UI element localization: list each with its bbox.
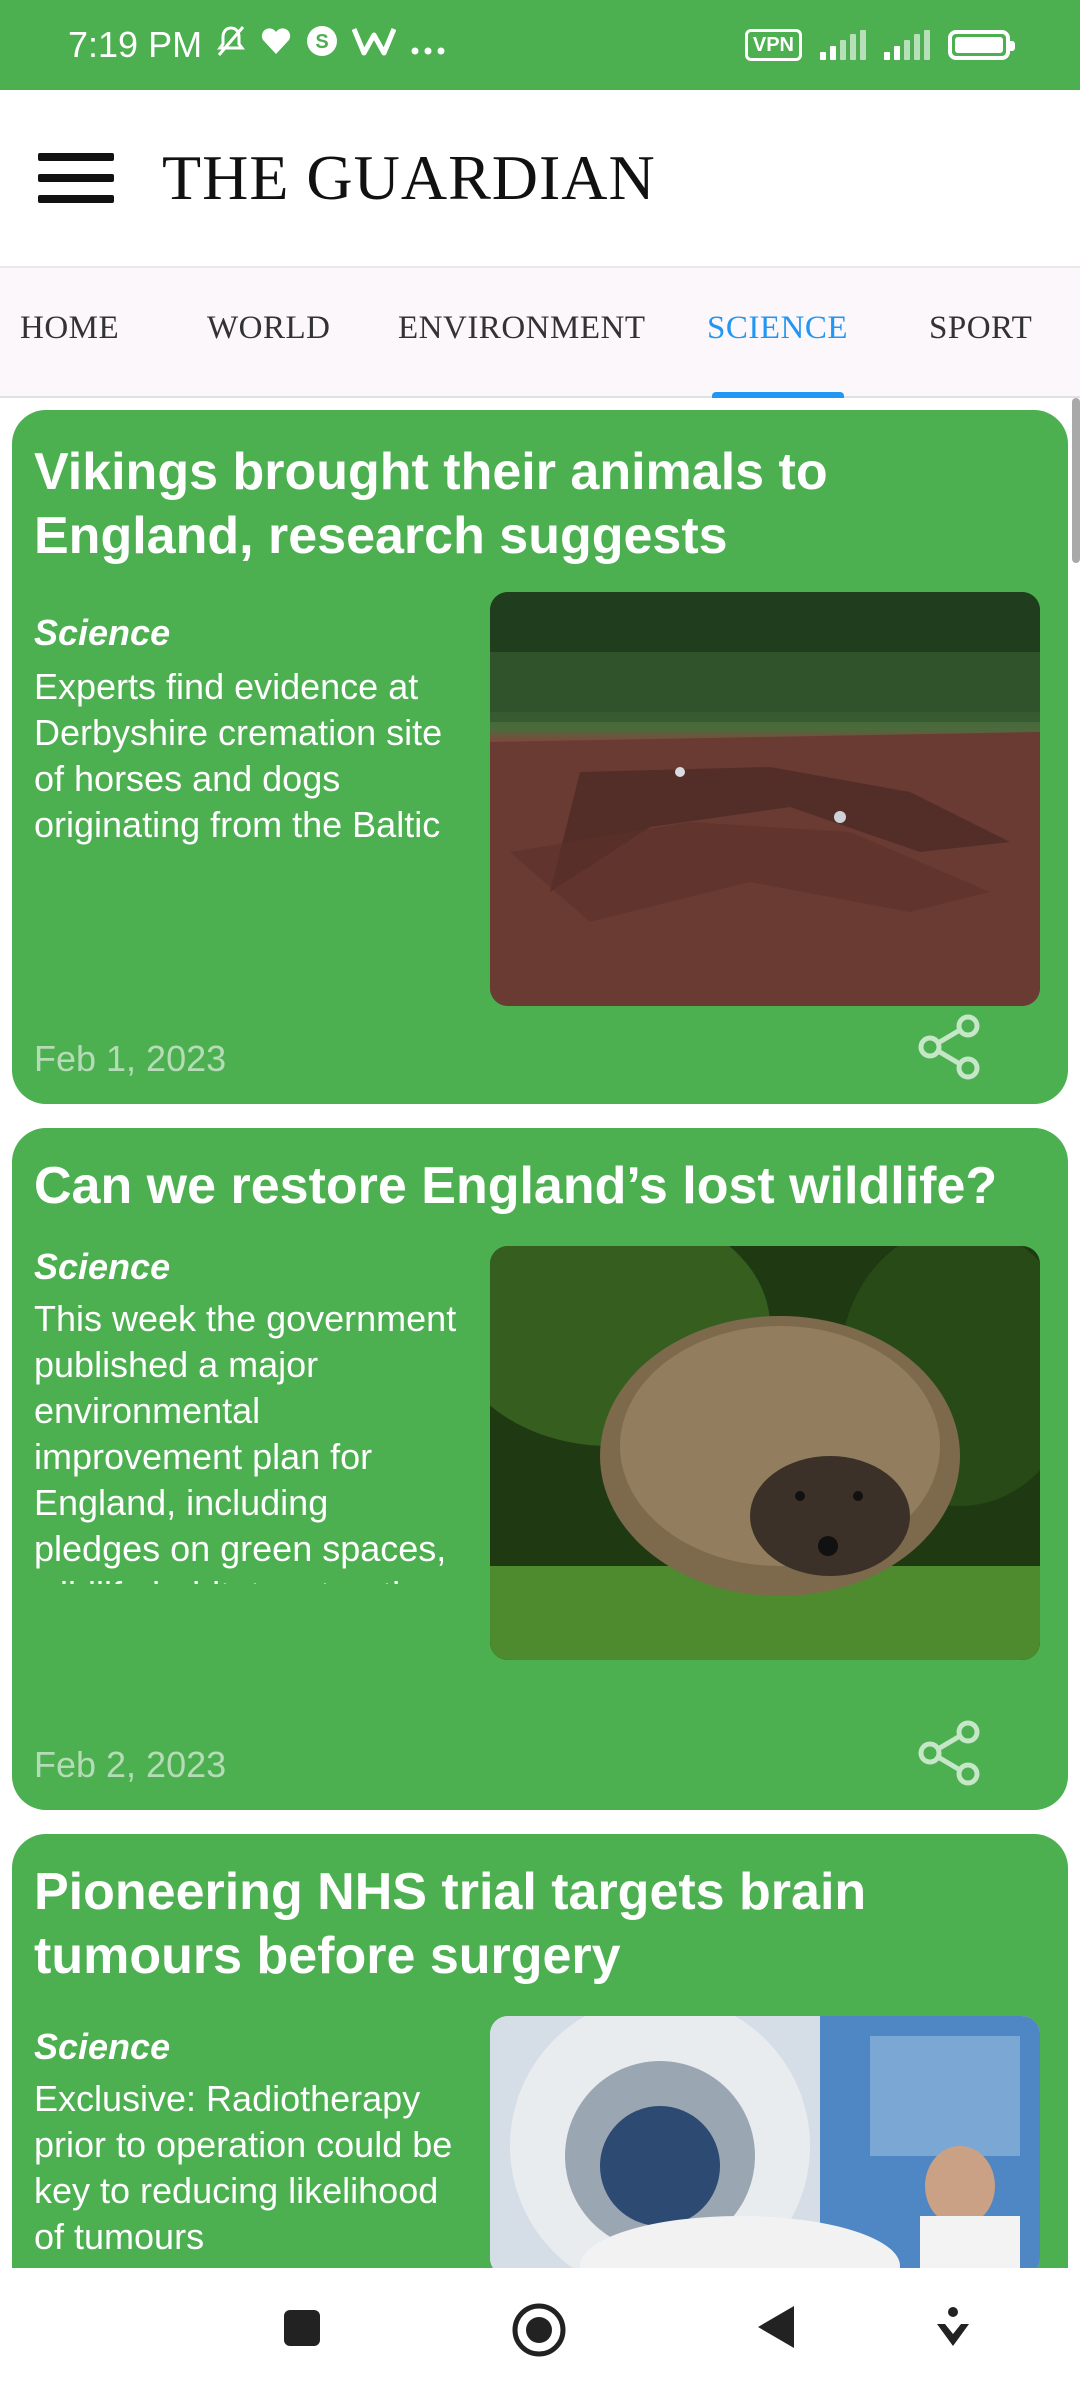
- app-title: THE GUARDIAN: [162, 142, 656, 213]
- more-dots-icon: [410, 27, 446, 64]
- hamburger-menu-icon[interactable]: [38, 153, 114, 203]
- article-section: Science: [34, 612, 171, 653]
- tab-science[interactable]: SCIENCE: [707, 310, 848, 347]
- w-app-icon: [351, 25, 397, 65]
- scrollbar[interactable]: [1072, 398, 1080, 563]
- article-title[interactable]: Vikings brought their animals to England…: [34, 440, 1038, 568]
- article-title[interactable]: Can we restore England’s lost wildlife?: [34, 1154, 1038, 1218]
- article-section: Science: [34, 1246, 171, 1287]
- app-bar: THE GUARDIAN: [0, 90, 1080, 266]
- back-triangle-icon[interactable]: [756, 2304, 796, 2355]
- tab-environment[interactable]: ENVIRONMENT: [398, 310, 645, 347]
- article-date: Feb 1, 2023: [34, 1038, 227, 1079]
- svg-text:S: S: [315, 31, 328, 53]
- home-circle-icon[interactable]: [511, 2302, 567, 2363]
- signal-icon: [884, 30, 930, 60]
- tab-home[interactable]: HOME: [20, 310, 119, 347]
- status-left: 7:19 PM S: [68, 24, 446, 66]
- tab-sport[interactable]: SPORT: [929, 310, 1032, 347]
- article-description: Experts find evidence at Derbyshire crem…: [34, 666, 443, 854]
- recents-square-icon[interactable]: [282, 2308, 322, 2353]
- section-tabs: HOME WORLD ENVIRONMENT SCIENCE SPORT: [0, 266, 1080, 400]
- article-card[interactable]: Can we restore England’s lost wildlife? …: [12, 1128, 1068, 1810]
- status-bar: 7:19 PM S VPN: [0, 0, 1080, 90]
- tab-world[interactable]: WORLD: [207, 310, 330, 347]
- article-section: Science: [34, 2026, 171, 2067]
- status-right: VPN: [744, 29, 1015, 61]
- article-date: Feb 2, 2023: [34, 1744, 227, 1785]
- article-title[interactable]: Pioneering NHS trial targets brain tumou…: [34, 1860, 1038, 1988]
- share-icon[interactable]: [918, 1014, 982, 1080]
- article-image[interactable]: [490, 592, 1040, 1006]
- share-icon[interactable]: [918, 1720, 982, 1786]
- article-card[interactable]: Vikings brought their animals to England…: [12, 410, 1068, 1104]
- article-image[interactable]: [490, 2016, 1040, 2268]
- s-circle-icon: S: [306, 25, 338, 65]
- article-description: Exclusive: Radiotherapy prior to operati…: [34, 2078, 453, 2257]
- heart-icon: [260, 26, 292, 64]
- bell-off-icon: [216, 25, 246, 65]
- battery-icon: [948, 30, 1015, 60]
- status-time: 7:19 PM: [68, 24, 203, 65]
- article-description: This week the government published a maj…: [34, 1298, 457, 1584]
- system-nav-bar: [0, 2268, 1080, 2400]
- assistant-icon[interactable]: [934, 2306, 972, 2355]
- signal-icon: [820, 30, 866, 60]
- article-card[interactable]: Pioneering NHS trial targets brain tumou…: [12, 1834, 1068, 2268]
- article-feed[interactable]: Vikings brought their animals to England…: [0, 398, 1080, 2268]
- vpn-badge: VPN: [744, 29, 802, 61]
- article-image[interactable]: [490, 1246, 1040, 1660]
